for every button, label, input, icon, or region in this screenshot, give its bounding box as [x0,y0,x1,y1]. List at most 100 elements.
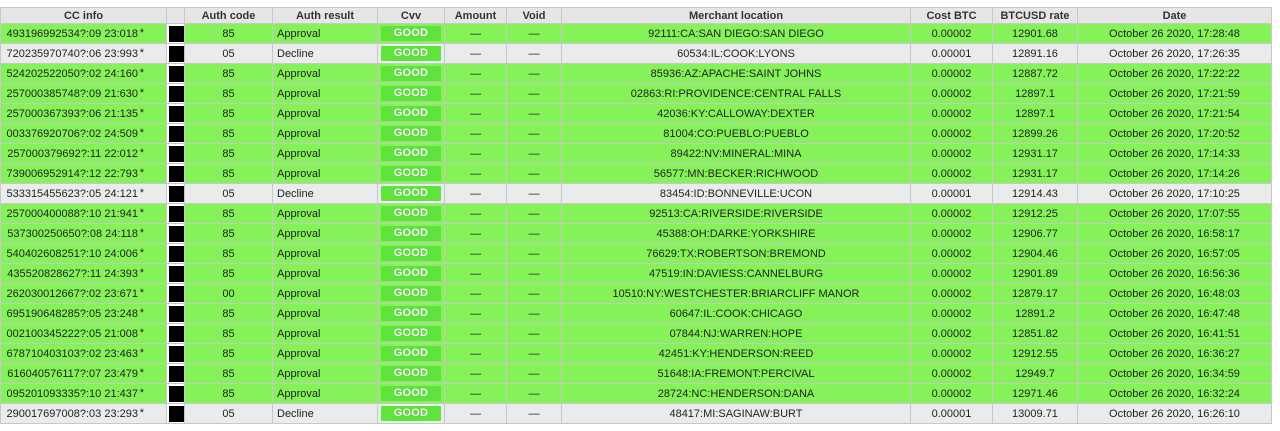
cvv-cell: GOOD [377,123,445,144]
cc-info-text: 262030012667?:02 23:671 [6,287,138,300]
merchant-location-cell: 56577:MN:BECKER:RICHWOOD [561,163,911,184]
col-header-amount[interactable]: Amount [444,7,507,24]
cvv-status-badge: GOOD [381,346,441,361]
btcusd-rate-cell: 12897.1 [992,83,1078,104]
auth-result-cell: Approval [272,303,378,324]
table-body: 493196992534?:09 23:018 * 85 Approval GOOD — —… [0,23,1272,424]
cost-btc-cell: 0.00002 [910,63,993,84]
cvv-status-badge: GOOD [381,186,441,201]
cc-info-text: 720235970740?:06 23:993 [6,47,138,60]
star-icon: * [139,307,144,319]
cvv-status-badge: GOOD [381,366,441,381]
cc-info-cell: 257000400088?:10 21:941 * [0,203,167,224]
star-icon: * [139,27,144,39]
col-header-date[interactable]: Date [1077,7,1272,24]
date-cell: October 26 2020, 17:14:26 [1077,163,1272,184]
cc-info-cell: 493196992534?:09 23:018 * [0,23,167,44]
table-row[interactable]: 002100345222?:05 21:008 * 85 Approval GOOD — —… [0,323,1272,344]
cc-info-text: 257000379692?:11 22:012 [7,147,138,160]
table-row[interactable]: 524202522050?:02 24:160 * 85 Approval GOOD — —… [0,63,1272,84]
cc-info-cell: 533315455623?:05 24:121 * [0,183,167,204]
table-row[interactable]: 435520828627?:11 24:393 * 85 Approval GOOD — —… [0,263,1272,284]
table-row[interactable]: 720235970740?:06 23:993 * 05 Decline GOOD — —6… [0,43,1272,64]
table-row[interactable]: 095201093335?:10 21:437 * 85 Approval GOOD — —… [0,383,1272,404]
date-cell: October 26 2020, 17:22:22 [1077,63,1272,84]
redacted-box-cell [166,303,185,324]
auth-result-cell: Approval [272,123,378,144]
cost-btc-cell: 0.00002 [910,83,993,104]
merchant-location-cell: 83454:ID:BONNEVILLE:UCON [561,183,911,204]
btcusd-rate-cell: 12899.26 [992,123,1078,144]
table-row[interactable]: 739006952914?:12 22:793 * 85 Approval GOOD — —… [0,163,1272,184]
redacted-box-cell [166,203,185,224]
amount-cell: — [444,203,507,224]
col-header-auth-result[interactable]: Auth result [272,7,378,24]
table-row[interactable]: 257000379692?:11 22:012 * 85 Approval GOOD — —… [0,143,1272,164]
amount-cell: — [444,243,507,264]
void-cell: — [506,223,562,244]
cvv-cell: GOOD [377,383,445,404]
col-header-cc-info[interactable]: CC info [0,7,167,24]
cvv-cell: GOOD [377,223,445,244]
auth-code-cell: 85 [184,163,273,184]
auth-code-cell: 85 [184,383,273,404]
cvv-status-badge: GOOD [381,406,441,421]
redaction-block [169,25,184,42]
redaction-block [169,345,184,362]
cvv-cell: GOOD [377,203,445,224]
table-row[interactable]: 695190648285?:05 23:248 * 85 Approval GOOD — —… [0,303,1272,324]
table-row[interactable]: 540402608251?:10 24:006 * 85 Approval GOOD — —… [0,243,1272,264]
col-header-auth-code[interactable]: Auth code [184,7,273,24]
cc-info-cell: 095201093335?:10 21:437 * [0,383,167,404]
amount-cell: — [444,43,507,64]
amount-cell: — [444,123,507,144]
cc-info-text: 003376920706?:02 24:509 [6,127,138,140]
cvv-cell: GOOD [377,23,445,44]
cc-info-text: 290017697008?:03 23:293 [6,407,138,420]
table-row[interactable]: 003376920706?:02 24:509 * 85 Approval GOOD — —… [0,123,1272,144]
cost-btc-cell: 0.00002 [910,143,993,164]
redacted-box-cell [166,143,185,164]
btcusd-rate-cell: 12912.25 [992,203,1078,224]
auth-code-cell: 05 [184,403,273,424]
table-row[interactable]: 290017697008?:03 23:293 * 05 Decline GOOD — —4… [0,403,1272,424]
star-icon: * [139,147,144,159]
cc-info-cell: 695190648285?:05 23:248 * [0,303,167,324]
col-header-void[interactable]: Void [506,7,562,24]
table-row[interactable]: 533315455623?:05 24:121 * 05 Decline GOOD — —8… [0,183,1272,204]
amount-cell: — [444,303,507,324]
star-icon: * [139,267,144,279]
table-row[interactable]: 493196992534?:09 23:018 * 85 Approval GOOD — —… [0,23,1272,44]
btcusd-rate-cell: 12949.7 [992,363,1078,384]
redacted-box-cell [166,123,185,144]
cc-info-cell: 290017697008?:03 23:293 * [0,403,167,424]
table-row[interactable]: 262030012667?:02 23:671 * 00 Approval GOOD — —… [0,283,1272,304]
merchant-location-cell: 07844:NJ:WARREN:HOPE [561,323,911,344]
cc-info-cell: 720235970740?:06 23:993 * [0,43,167,64]
amount-cell: — [444,223,507,244]
amount-cell: — [444,163,507,184]
cost-btc-cell: 0.00002 [910,123,993,144]
date-cell: October 26 2020, 17:21:59 [1077,83,1272,104]
table-row[interactable]: 257000385748?:09 21:630 * 85 Approval GOOD — —… [0,83,1272,104]
cost-btc-cell: 0.00002 [910,343,993,364]
cvv-status-badge: GOOD [381,146,441,161]
col-header-btcusd-rate[interactable]: BTCUSD rate [992,7,1078,24]
redaction-block [169,225,184,242]
star-icon: * [139,247,144,259]
col-header-cost-btc[interactable]: Cost BTC [910,7,993,24]
auth-code-cell: 85 [184,203,273,224]
table-row[interactable]: 678710403103?:02 23:463 * 85 Approval GOOD — —… [0,343,1272,364]
auth-code-cell: 85 [184,83,273,104]
table-row[interactable]: 537300250650?:08 24:118 * 85 Approval GOOD — —… [0,223,1272,244]
col-header-cvv[interactable]: Cvv [377,7,445,24]
void-cell: — [506,83,562,104]
cc-info-text: 257000400088?:10 21:941 [6,207,138,220]
star-icon: * [139,167,144,179]
redacted-box-cell [166,103,185,124]
table-row[interactable]: 257000367393?:06 21:135 * 85 Approval GOOD — —… [0,103,1272,124]
col-header-merchant-location[interactable]: Merchant location [561,7,911,24]
table-row[interactable]: 257000400088?:10 21:941 * 85 Approval GOOD — —… [0,203,1272,224]
table-row[interactable]: 616040576117?:07 23:479 * 85 Approval GOOD — —… [0,363,1272,384]
cc-info-text: 537300250650?:08 24:118 [7,227,138,240]
